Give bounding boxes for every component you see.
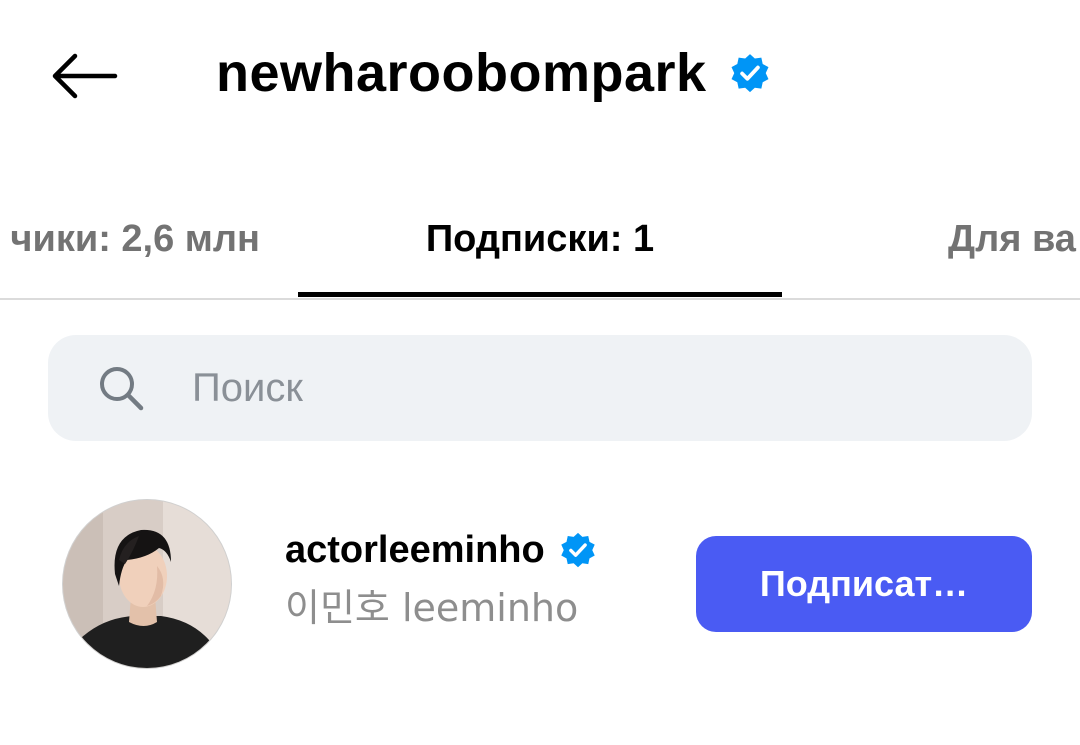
tab-for-you[interactable]: Для ва [948,204,1076,274]
follow-button[interactable]: Подписат… [696,536,1032,632]
active-tab-indicator [298,292,782,297]
tab-followers[interactable]: чики: 2,6 млн [10,204,260,274]
tab-bar: чики: 2,6 млн Подписки: 1 Для ва [0,190,1080,300]
username-line: actorleeminho [285,520,597,580]
verified-badge-icon [731,54,769,93]
page-title: newharoobompark [216,43,707,103]
profile-photo [63,500,231,668]
verified-badge-icon [561,532,595,568]
header: newharoobompark [216,38,771,108]
account-username[interactable]: actorleeminho [285,529,545,572]
arrow-left-icon [52,53,118,99]
search-bar[interactable] [48,335,1032,441]
account-info: actorleeminho 이민호 leeminho [285,520,597,636]
account-full-name: 이민호 leeminho [285,586,579,630]
list-item[interactable]: actorleeminho 이민호 leeminho Подписат… [0,490,1080,680]
avatar[interactable] [63,500,231,668]
tab-following[interactable]: Подписки: 1 [298,204,782,274]
back-button[interactable] [40,36,128,116]
search-input[interactable] [190,364,954,412]
search-icon [100,367,144,411]
